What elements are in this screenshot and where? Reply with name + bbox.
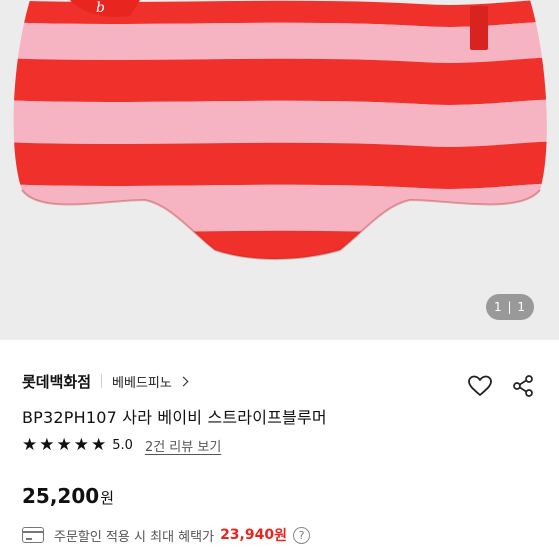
sub-brand-link[interactable]: 베베드피노 [112,372,189,391]
share-icon [513,375,533,397]
benefit-unit: 원 [274,528,287,544]
review-link[interactable]: 2건 리뷰 보기 [145,436,221,455]
image-counter: 1 | 1 [486,294,534,320]
stripe [13,183,547,235]
star-icon: ★ [56,435,72,455]
star-icon: ★ [91,435,107,455]
wishlist-button[interactable] [467,374,493,398]
svg-text:b: b [96,0,105,16]
store-brand[interactable]: 롯데백화점 [22,371,91,392]
divider [101,374,103,388]
stripe [13,99,547,147]
price-value: 25,200 [22,484,100,508]
benefit-row: 주문할인 적용 시 최대 혜택가 23,940 원 ? [22,525,310,545]
benefit-amount: 23,940 [220,527,275,543]
star-icon: ★ [22,435,38,455]
star-rating: ★ ★ ★ ★ ★ [22,435,106,455]
stripe [13,229,547,259]
stripe [13,141,547,189]
benefit-label: 주문할인 적용 시 최대 혜택가 [54,529,215,545]
product-image-gallery[interactable]: b 1 | 1 [0,0,559,340]
brand-row: 롯데백화점 베베드피노 [22,370,189,392]
chevron-right-icon [178,376,189,386]
brand-tag [470,6,488,50]
sub-brand-label: 베베드피노 [112,375,172,391]
heart-icon [468,375,492,396]
rating-score: 5.0 [112,437,133,453]
card-icon [22,527,44,543]
product-info: 롯데백화점 베베드피노 BP32PH107 사라 베이비 스트라이프블루머 ★ ★… [0,340,559,559]
rating-row: ★ ★ ★ ★ ★ 5.0 2건 리뷰 보기 [22,435,221,455]
star-icon: ★ [39,435,55,455]
product-image: b [13,0,547,260]
help-icon[interactable]: ? [292,526,310,544]
share-button[interactable] [511,374,535,398]
stripe [13,57,547,105]
product-title: BP32PH107 사라 베이비 스트라이프블루머 [22,408,327,427]
price: 25,200원 [22,484,114,508]
star-icon: ★ [73,435,89,455]
product-actions [467,374,535,398]
price-unit: 원 [100,489,114,507]
